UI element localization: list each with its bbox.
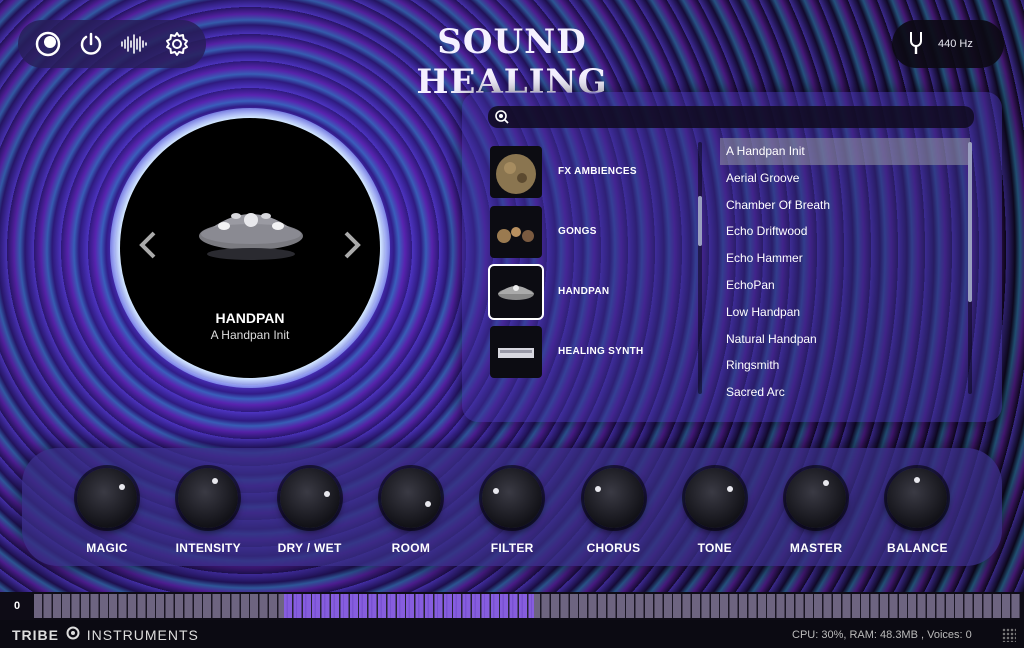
- handpan-thumbnail: [488, 264, 544, 320]
- knob-filter[interactable]: [482, 468, 543, 528]
- knob-label: MASTER: [789, 541, 843, 555]
- handpan-image: [196, 196, 306, 266]
- keyboard-strip: 0: [0, 592, 1024, 620]
- preset-item[interactable]: Aerial Groove: [720, 165, 970, 192]
- power-icon[interactable]: [75, 28, 107, 60]
- preset-browser: FX AMBIENCES GONGS HANDPAN HEALING SYNTH: [462, 92, 1002, 422]
- preset-item-selected[interactable]: A Handpan Init: [720, 138, 970, 165]
- tuning-display[interactable]: 440 Hz: [892, 20, 1004, 68]
- chevron-left-icon[interactable]: [138, 230, 158, 260]
- preset-list[interactable]: A Handpan Init Aerial Groove Chamber Of …: [720, 138, 970, 400]
- preset-item[interactable]: Chamber Of Breath: [720, 192, 970, 219]
- fx-ambiences-thumbnail: [490, 146, 542, 198]
- knob-indicator: [595, 485, 601, 492]
- knob-indicator: [492, 488, 499, 495]
- search-icon: [494, 109, 510, 130]
- octave-indicator: 0: [14, 600, 21, 612]
- waveform-icon[interactable]: [118, 28, 150, 60]
- category-label: HEALING SYNTH: [558, 346, 644, 357]
- theme-icon[interactable]: [32, 28, 64, 60]
- search-input[interactable]: [488, 106, 974, 128]
- plugin-window: SOUND HEALING 440 Hz HANDPAN A Handpan I…: [0, 0, 1024, 648]
- category-label: HANDPAN: [558, 286, 610, 297]
- brand-right: INSTRUMENTS: [86, 627, 199, 643]
- knob-label: BALANCE: [887, 541, 948, 555]
- knob-master[interactable]: [786, 468, 847, 528]
- piano-keyboard[interactable]: [34, 594, 1020, 618]
- preset-scrollbar[interactable]: [968, 142, 972, 394]
- chevron-right-icon[interactable]: [342, 230, 362, 260]
- tuning-value: 440 Hz: [938, 38, 973, 50]
- knob-indicator: [118, 484, 125, 491]
- category-item[interactable]: GONGS: [488, 200, 692, 260]
- knob-label: CHORUS: [586, 541, 641, 555]
- resize-grip-icon[interactable]: [1002, 628, 1016, 642]
- preset-item[interactable]: Echo Driftwood: [720, 218, 970, 245]
- knob-indicator: [324, 490, 331, 497]
- knob-room[interactable]: [380, 468, 441, 528]
- knob-label: FILTER: [490, 541, 534, 555]
- knob-label: INTENSITY: [175, 541, 241, 555]
- preset-item[interactable]: Ringsmith: [720, 352, 970, 379]
- category-item[interactable]: HEALING SYNTH: [488, 320, 692, 380]
- knob-indicator: [425, 500, 431, 507]
- logo-icon: [64, 626, 87, 643]
- preset-item[interactable]: Natural Handpan: [720, 326, 970, 353]
- healing-synth-thumbnail: [490, 326, 542, 378]
- knob-indicator: [211, 478, 218, 485]
- preset-item[interactable]: EchoPan: [720, 272, 970, 299]
- category-item-selected[interactable]: HANDPAN: [488, 260, 692, 320]
- knob-indicator: [914, 477, 921, 483]
- preset-item[interactable]: Low Handpan: [720, 299, 970, 326]
- performance-status: CPU: 30%, RAM: 48.3MB , Voices: 0: [792, 629, 972, 641]
- instrument-display: HANDPAN A Handpan Init: [120, 118, 380, 378]
- instrument-name: HANDPAN: [215, 310, 285, 326]
- active-key-range: [284, 594, 534, 618]
- knob-tone[interactable]: [684, 468, 745, 528]
- knob-indicator: [822, 479, 829, 486]
- app-title: SOUND HEALING: [416, 22, 608, 102]
- scrollbar-thumb[interactable]: [698, 196, 702, 246]
- knob-balance[interactable]: [887, 468, 948, 528]
- status-bar: TRIBE INSTRUMENTS CPU: 30%, RAM: 48.3MB …: [0, 620, 1024, 648]
- brand-left: TRIBE: [12, 627, 59, 643]
- gear-icon[interactable]: [161, 28, 193, 60]
- knob-label: TONE: [697, 541, 732, 555]
- knob-chorus[interactable]: [583, 468, 644, 528]
- current-preset-name: A Handpan Init: [210, 328, 290, 342]
- knob-magic[interactable]: [77, 468, 137, 528]
- preset-item[interactable]: Echo Hammer: [720, 245, 970, 272]
- preset-item[interactable]: Sacred Arc: [720, 379, 970, 400]
- category-list[interactable]: FX AMBIENCES GONGS HANDPAN HEALING SYNTH: [488, 140, 692, 390]
- category-scrollbar[interactable]: [698, 142, 702, 394]
- category-label: GONGS: [558, 226, 597, 237]
- knob-label: DRY / WET: [277, 541, 342, 555]
- category-item[interactable]: FX AMBIENCES: [488, 140, 692, 200]
- brand-logo: TRIBE INSTRUMENTS: [12, 626, 199, 643]
- knob-label: ROOM: [391, 541, 431, 555]
- knob-dry-wet[interactable]: [279, 468, 340, 528]
- tuning-fork-icon: [908, 31, 924, 58]
- category-label: FX AMBIENCES: [558, 166, 637, 177]
- knob-label: MAGIC: [86, 541, 128, 555]
- scrollbar-thumb[interactable]: [968, 142, 972, 302]
- gongs-thumbnail: [490, 206, 542, 258]
- knob-indicator: [727, 485, 734, 492]
- top-toolbar: [18, 20, 206, 68]
- knob-intensity[interactable]: [178, 468, 239, 528]
- control-panel: MAGIC INTENSITY DRY / WET ROOM FILTER CHORUS T…: [22, 448, 1002, 566]
